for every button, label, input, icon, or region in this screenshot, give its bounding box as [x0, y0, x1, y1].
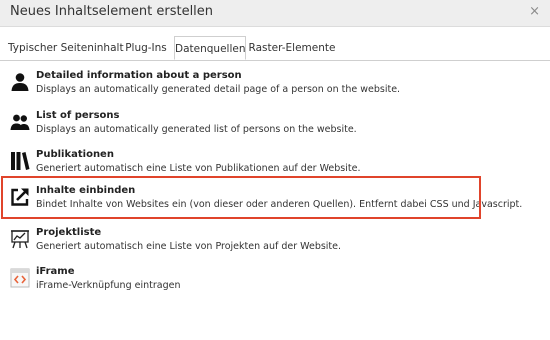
new-content-element-dialog: Neues Inhaltselement erstellen × Typisch… — [0, 0, 550, 340]
content-element-person-detail[interactable]: Detailed information about a person Disp… — [6, 70, 542, 104]
item-label: Projektliste — [36, 227, 102, 238]
iframe-icon — [10, 268, 30, 288]
item-description: iFrame-Verknüpfung eintragen — [36, 280, 181, 291]
presentation-board-icon — [11, 230, 29, 249]
person-icon — [11, 73, 29, 91]
content-element-publikationen[interactable]: Publikationen Generiert automatisch eine… — [6, 149, 542, 183]
tab-datenquellen[interactable]: Datenquellen — [174, 36, 246, 60]
item-label: Inhalte einbinden — [36, 185, 136, 196]
item-label: Publikationen — [36, 149, 114, 160]
content-element-iframe[interactable]: iFrame iFrame-Verknüpfung eintragen — [6, 266, 542, 300]
tab-raster-elemente[interactable]: Raster-Elemente — [248, 36, 336, 60]
tab-typischer-seiteninhalt[interactable]: Typischer Seiteninhalt — [8, 36, 124, 60]
item-label: Detailed information about a person — [36, 70, 242, 81]
books-icon — [11, 152, 30, 170]
item-description: Displays an automatically generated deta… — [36, 84, 401, 95]
tab-plug-ins[interactable]: Plug-Ins — [118, 36, 174, 60]
persons-icon — [10, 114, 30, 130]
item-label: iFrame — [36, 266, 75, 277]
external-link-icon — [11, 188, 29, 206]
content-element-projektliste[interactable]: Projektliste Generiert automatisch eine … — [6, 227, 542, 261]
dialog-title: Neues Inhaltselement erstellen — [10, 4, 214, 19]
content-element-person-list[interactable]: List of persons Displays an automaticall… — [6, 110, 542, 144]
tab-bar: Typischer Seiteninhalt Plug-Ins Datenque… — [0, 36, 550, 61]
dialog-header: Neues Inhaltselement erstellen × — [0, 0, 550, 27]
item-description: Generiert automatisch eine Liste von Pro… — [36, 241, 342, 252]
item-label: List of persons — [36, 110, 120, 121]
item-description: Generiert automatisch eine Liste von Pub… — [36, 163, 361, 174]
close-icon[interactable]: × — [529, 5, 540, 19]
item-description: Displays an automatically generated list… — [36, 124, 357, 135]
item-description: Bindet Inhalte von Websites ein (von die… — [36, 199, 523, 210]
content-element-inhalte-einbinden[interactable]: Inhalte einbinden Bindet Inhalte von Web… — [6, 185, 542, 219]
